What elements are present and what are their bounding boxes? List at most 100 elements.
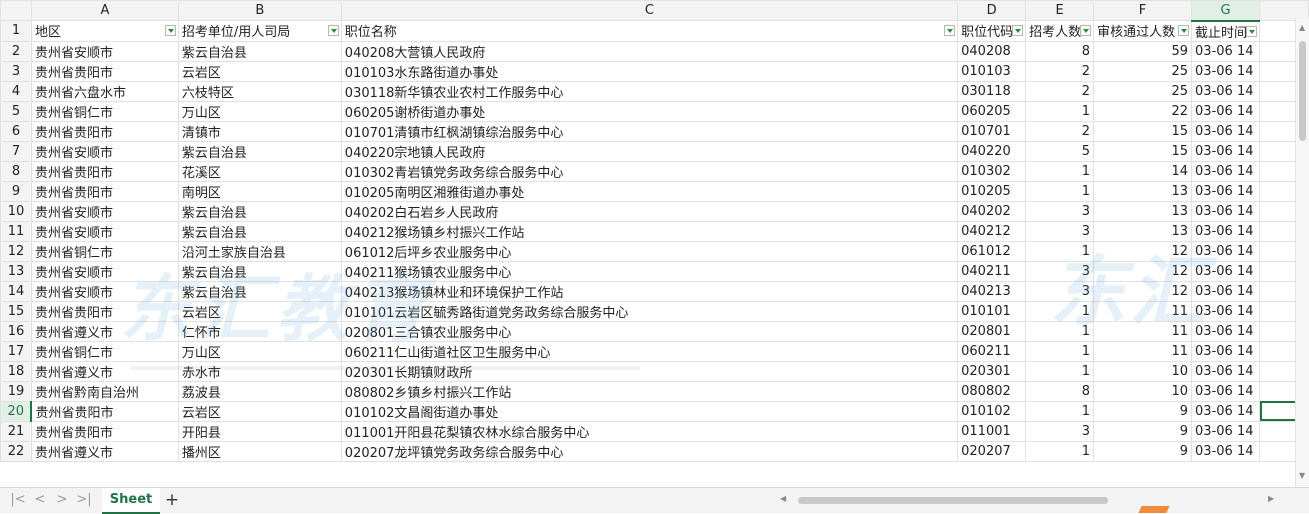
cell-deadline[interactable]: 03-06 14 xyxy=(1191,40,1261,62)
row-number[interactable]: 2 xyxy=(0,40,32,62)
cell-deadline[interactable]: 03-06 14 xyxy=(1191,180,1261,202)
cell-deadline[interactable]: 03-06 14 xyxy=(1191,80,1261,102)
cell-unit[interactable]: 六枝特区 xyxy=(177,80,342,102)
cell-approved-count[interactable]: 9 xyxy=(1093,400,1193,422)
cell-deadline[interactable]: 03-06 14 xyxy=(1191,320,1261,342)
cell-recruit-count[interactable]: 3 xyxy=(1025,200,1095,222)
cell-region[interactable]: 贵州省铜仁市 xyxy=(30,240,179,262)
cell-approved-count[interactable]: 12 xyxy=(1093,240,1193,262)
horizontal-scroll-thumb[interactable] xyxy=(798,497,1108,504)
cell-region[interactable]: 贵州省贵阳市 xyxy=(30,400,179,422)
cell-position-name[interactable]: 061012后坪乡农业服务中心 xyxy=(340,240,959,262)
cell-deadline[interactable]: 03-06 14 xyxy=(1191,440,1261,462)
cell-approved-count[interactable]: 25 xyxy=(1093,60,1193,82)
cell-unit[interactable]: 赤水市 xyxy=(177,360,342,382)
cell-position-name[interactable]: 020801三合镇农业服务中心 xyxy=(340,320,959,342)
cell-approved-count[interactable]: 12 xyxy=(1093,260,1193,282)
cell-position-name[interactable]: 030118新华镇农业农村工作服务中心 xyxy=(340,80,959,102)
cell-unit[interactable]: 南明区 xyxy=(177,180,342,202)
cell-deadline[interactable]: 03-06 14 xyxy=(1191,200,1261,222)
cell-position-code[interactable]: 040202 xyxy=(957,200,1027,222)
cell-approved-count[interactable]: 13 xyxy=(1093,200,1193,222)
cell-position-code[interactable]: 061012 xyxy=(957,240,1027,262)
cell-recruit-count[interactable]: 1 xyxy=(1025,340,1095,362)
cell-recruit-count[interactable]: 2 xyxy=(1025,80,1095,102)
cell-unit[interactable]: 沿河土家族自治县 xyxy=(177,240,342,262)
cell-unit[interactable]: 开阳县 xyxy=(177,420,342,442)
cell-position-name[interactable]: 011001开阳县花梨镇农林水综合服务中心 xyxy=(340,420,959,442)
cell-unit[interactable]: 万山区 xyxy=(177,340,342,362)
cell-position-code[interactable]: 010302 xyxy=(957,160,1027,182)
cell-approved-count[interactable]: 11 xyxy=(1093,320,1193,342)
filter-dropdown-icon[interactable] xyxy=(1080,25,1092,36)
cell-position-code[interactable]: 010102 xyxy=(957,400,1027,422)
cell-approved-count[interactable]: 15 xyxy=(1093,120,1193,142)
row-number[interactable]: 21 xyxy=(0,420,32,442)
vertical-scrollbar[interactable]: ▲ ▼ xyxy=(1295,19,1309,487)
data-table[interactable]: A B C D E F G 1 地区 招考单位/用人司局 职位名称 职位代码 招… xyxy=(0,0,1309,462)
filter-dropdown-icon[interactable] xyxy=(944,25,956,36)
cell-position-code[interactable]: 080802 xyxy=(957,380,1027,402)
row-number[interactable]: 6 xyxy=(0,120,32,142)
cell-deadline[interactable]: 03-06 14 xyxy=(1191,280,1261,302)
cell-position-code[interactable]: 040212 xyxy=(957,220,1027,242)
cell-approved-count[interactable]: 59 xyxy=(1093,40,1193,62)
header-cell-deadline[interactable]: 截止时间 xyxy=(1191,20,1261,42)
add-sheet-button[interactable]: + xyxy=(164,490,180,510)
scroll-up-icon[interactable]: ▲ xyxy=(1299,23,1305,32)
cell-unit[interactable]: 紫云自治县 xyxy=(177,220,342,242)
cell-deadline[interactable]: 03-06 14 xyxy=(1191,240,1261,262)
cell-position-name[interactable]: 010102文昌阁街道办事处 xyxy=(340,400,959,422)
cell-recruit-count[interactable]: 1 xyxy=(1025,180,1095,202)
cell-unit[interactable]: 花溪区 xyxy=(177,160,342,182)
row-number[interactable]: 19 xyxy=(0,380,32,402)
header-cell-recruit-count[interactable]: 招考人数 xyxy=(1025,20,1095,42)
cell-deadline[interactable]: 03-06 14 xyxy=(1191,160,1261,182)
cell-region[interactable]: 贵州省贵阳市 xyxy=(30,60,179,82)
header-cell-unit[interactable]: 招考单位/用人司局 xyxy=(177,20,342,42)
row-number[interactable]: 14 xyxy=(0,280,32,302)
row-number[interactable]: 9 xyxy=(0,180,32,202)
cell-recruit-count[interactable]: 3 xyxy=(1025,280,1095,302)
cell-region[interactable]: 贵州省贵阳市 xyxy=(30,300,179,322)
cell-unit[interactable]: 云岩区 xyxy=(177,60,342,82)
cell-region[interactable]: 贵州省贵阳市 xyxy=(30,180,179,202)
sheet-tab[interactable]: Sheet xyxy=(102,488,160,514)
cell-position-code[interactable]: 020301 xyxy=(957,360,1027,382)
cell-region[interactable]: 贵州省安顺市 xyxy=(30,280,179,302)
cell-approved-count[interactable]: 11 xyxy=(1093,340,1193,362)
cell-unit[interactable]: 紫云自治县 xyxy=(177,140,342,162)
cell-unit[interactable]: 云岩区 xyxy=(177,300,342,322)
cell-position-code[interactable]: 040208 xyxy=(957,40,1027,62)
cell-region[interactable]: 贵州省安顺市 xyxy=(30,200,179,222)
cell-position-code[interactable]: 040213 xyxy=(957,280,1027,302)
prev-sheet-icon[interactable]: < xyxy=(32,492,48,508)
cell-unit[interactable]: 荔波县 xyxy=(177,380,342,402)
column-header-a[interactable]: A xyxy=(30,0,179,21)
cell-region[interactable]: 贵州省安顺市 xyxy=(30,40,179,62)
cell-unit[interactable]: 紫云自治县 xyxy=(177,200,342,222)
cell-deadline[interactable]: 03-06 14 xyxy=(1191,100,1261,122)
column-header-b[interactable]: B xyxy=(177,0,342,21)
cell-position-name[interactable]: 010101云岩区毓秀路街道党务政务综合服务中心 xyxy=(340,300,959,322)
cell-unit[interactable]: 紫云自治县 xyxy=(177,280,342,302)
cell-approved-count[interactable]: 11 xyxy=(1093,300,1193,322)
cell-position-name[interactable]: 040211猴场镇农业服务中心 xyxy=(340,260,959,282)
row-number[interactable]: 16 xyxy=(0,320,32,342)
column-header-blank[interactable] xyxy=(1259,0,1309,21)
cell-deadline[interactable]: 03-06 14 xyxy=(1191,380,1261,402)
cell-approved-count[interactable]: 10 xyxy=(1093,380,1193,402)
vertical-scroll-thumb[interactable] xyxy=(1299,41,1306,141)
row-number[interactable]: 12 xyxy=(0,240,32,262)
cell-recruit-count[interactable]: 1 xyxy=(1025,400,1095,422)
row-number[interactable]: 5 xyxy=(0,100,32,122)
filter-dropdown-icon[interactable] xyxy=(1178,25,1190,36)
cell-recruit-count[interactable]: 1 xyxy=(1025,320,1095,342)
cell-unit[interactable]: 云岩区 xyxy=(177,400,342,422)
cell-unit[interactable]: 仁怀市 xyxy=(177,320,342,342)
row-number[interactable]: 8 xyxy=(0,160,32,182)
cell-position-code[interactable]: 010103 xyxy=(957,60,1027,82)
row-number[interactable]: 13 xyxy=(0,260,32,282)
cell-approved-count[interactable]: 15 xyxy=(1093,140,1193,162)
cell-unit[interactable]: 播州区 xyxy=(177,440,342,462)
